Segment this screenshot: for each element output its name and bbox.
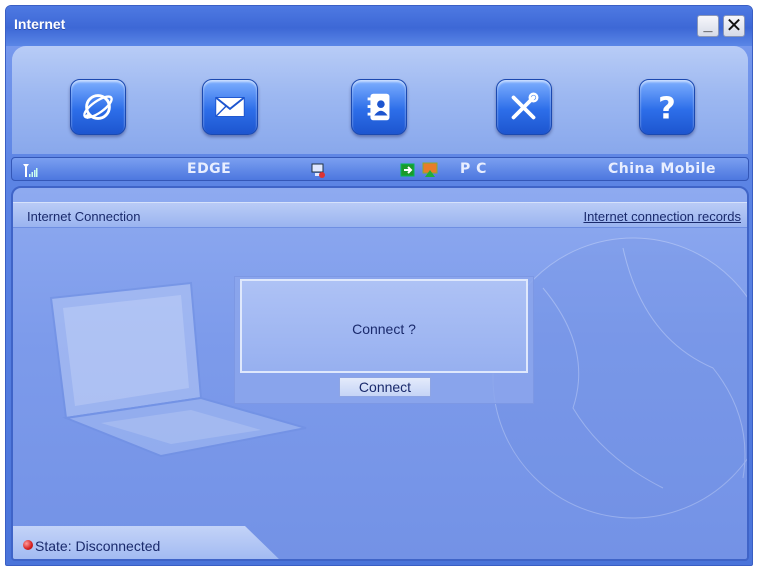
panel-title: Internet Connection <box>27 209 141 224</box>
help-button[interactable]: ? <box>639 79 695 135</box>
status-indicator-icon <box>23 540 33 550</box>
connection-mode: P C <box>460 161 487 177</box>
internet-globe-icon <box>83 94 113 120</box>
connect-button[interactable]: Connect <box>339 377 431 397</box>
connection-state: State: Disconnected <box>35 538 161 554</box>
window-title: Internet <box>14 16 66 32</box>
operator-name: China Mobile <box>608 161 716 177</box>
toolbar: ? <box>12 46 748 154</box>
connect-dialog: Connect ? Connect <box>234 276 534 404</box>
panel-header: Internet Connection Internet connection … <box>13 202 747 228</box>
messages-button[interactable] <box>202 79 258 135</box>
connect-dialog-box: Connect ? <box>240 279 528 373</box>
svg-text:?: ? <box>658 91 676 126</box>
contacts-button[interactable] <box>351 79 407 135</box>
network-type: EDGE <box>187 161 232 177</box>
connection-records-link[interactable]: Internet connection records <box>583 209 741 224</box>
mail-envelope-icon <box>215 96 245 118</box>
status-bar: EDGE P C China Mobile <box>11 157 749 181</box>
internet-connection-panel: Internet Connection Internet connection … <box>11 186 749 561</box>
settings-button[interactable] <box>496 79 552 135</box>
connect-prompt: Connect ? <box>352 321 416 337</box>
minimize-button[interactable]: _ <box>697 15 719 37</box>
contacts-book-icon <box>367 93 390 121</box>
internet-button[interactable] <box>70 79 126 135</box>
close-button[interactable]: ✕ <box>723 15 745 37</box>
usb-connection-icon <box>400 163 415 177</box>
network-computer-icon <box>311 163 325 178</box>
tools-settings-icon <box>511 92 539 120</box>
help-question-icon: ? <box>658 91 676 126</box>
title-bar: Internet _ ✕ <box>6 6 752 46</box>
signal-strength-icon <box>23 164 38 177</box>
pc-mode-icon <box>422 162 438 177</box>
